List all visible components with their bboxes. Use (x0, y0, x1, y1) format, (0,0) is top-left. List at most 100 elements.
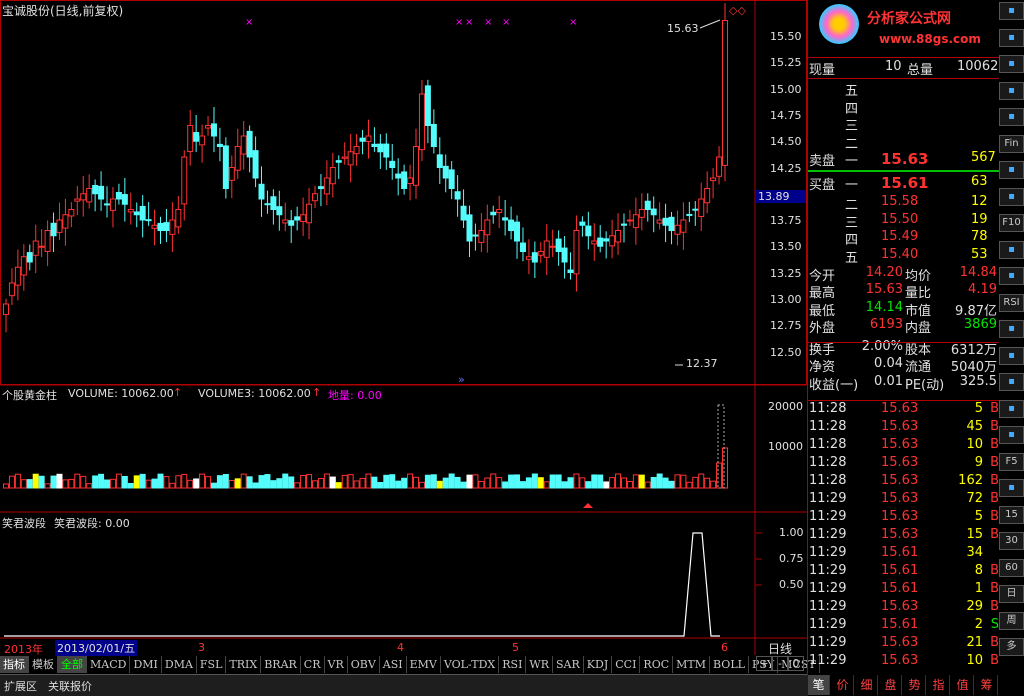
quote-tab-7[interactable]: 筹 (976, 675, 998, 695)
candle-body (448, 169, 455, 189)
volume-bar (210, 482, 217, 489)
toolbar-button[interactable]: F5 (999, 452, 1024, 471)
toolbar-button[interactable]: ▪ (999, 399, 1024, 418)
volume-bar (668, 480, 675, 489)
quote-tab-2[interactable]: 细 (856, 675, 878, 695)
candle-body (496, 209, 503, 213)
signal-mark: × (569, 17, 577, 28)
tab-dmi[interactable]: DMI (130, 656, 162, 673)
stat-row: 最低 14.14 市值 9.87亿 (809, 299, 997, 319)
candle-body (246, 130, 253, 158)
toolbar-button[interactable]: ▪ (999, 28, 1024, 47)
tab-macd[interactable]: MACD (87, 656, 131, 673)
toolbar-button[interactable]: ▪ (999, 426, 1024, 444)
tab-roc[interactable]: ROC (640, 656, 674, 673)
volume-bar (626, 481, 633, 489)
tick-row: 11:29 15.63 5 B (809, 509, 999, 524)
volume-bar (282, 473, 289, 489)
candle-body (615, 230, 622, 243)
candle-body (38, 245, 45, 248)
stat-row: 收益(一) 0.01 PE(动) 325.5 (809, 373, 997, 393)
volume-bar (151, 478, 158, 489)
related-quote-tab[interactable]: 关联报价 (48, 678, 92, 694)
ask-level[interactable]: 四 (809, 98, 999, 117)
quote-tab-1[interactable]: 价 (832, 675, 854, 695)
volume-bar (216, 475, 223, 489)
kline-chart[interactable]: × × × × × × (0, 0, 808, 696)
toolbar-button[interactable]: 60 (999, 558, 1024, 577)
toolbar-button[interactable]: 日 (999, 585, 1024, 603)
quote-tab-4[interactable]: 势 (904, 675, 926, 695)
toolbar-button[interactable]: 30 (999, 532, 1024, 550)
zoom-in-button[interactable]: + (756, 656, 772, 671)
bid-level[interactable]: 五 15.40 53 (809, 247, 999, 266)
reset-button[interactable]: 0 (788, 656, 804, 671)
candle-body (187, 125, 194, 153)
toolbar-button[interactable]: ▪ (999, 187, 1024, 206)
toolbar-button[interactable]: ▪ (999, 81, 1024, 100)
candle-body (294, 216, 301, 221)
toolbar-button[interactable]: 周 (999, 611, 1024, 630)
tab-asi[interactable]: ASI (380, 656, 407, 673)
ask-level[interactable]: 二 (809, 133, 999, 152)
toolbar-button[interactable]: Fin (999, 134, 1024, 153)
zoom-out-button[interactable]: - (772, 656, 788, 671)
bid-level[interactable]: 二 15.58 12 (809, 194, 999, 213)
toolbar-button[interactable]: RSI (999, 293, 1024, 312)
quote-tab-6[interactable]: 值 (952, 675, 974, 695)
volume-bar (300, 474, 307, 489)
tab-trix[interactable]: TRIX (226, 656, 262, 673)
tab-指标[interactable]: 指标 (0, 656, 29, 673)
volume-bar (199, 473, 206, 489)
volume-bar (44, 483, 51, 489)
toolbar-button[interactable]: ▪ (999, 267, 1024, 285)
toolbar-button[interactable]: ▪ (999, 320, 1024, 338)
quote-tab-3[interactable]: 盘 (880, 675, 902, 695)
toolbar-button[interactable]: ▪ (999, 373, 1024, 391)
tab-rsi[interactable]: RSI (499, 656, 527, 673)
signal-mark: × (245, 17, 253, 28)
tab-cci[interactable]: CCI (612, 656, 641, 673)
diamond-icons[interactable]: ◇◇ (729, 4, 746, 17)
toolbar-button[interactable]: F10 (999, 214, 1024, 232)
bid-level[interactable]: 四 15.49 78 (809, 229, 999, 248)
tab-vol-tdx[interactable]: VOL-TDX (441, 656, 500, 673)
tab-obv[interactable]: OBV (348, 656, 380, 673)
volume-bar (496, 477, 503, 489)
tab-boll[interactable]: BOLL (710, 656, 749, 673)
tab-全部[interactable]: 全部 (58, 656, 87, 673)
tab-mtm[interactable]: MTM (673, 656, 711, 673)
tab-cr[interactable]: CR (301, 656, 325, 673)
tab-emv[interactable]: EMV (407, 656, 441, 673)
candle-body (258, 183, 265, 200)
toolbar-button[interactable]: ▪ (999, 2, 1024, 20)
toolbar-button[interactable]: ▪ (999, 108, 1024, 126)
tab-wr[interactable]: WR (526, 656, 554, 673)
candle-body (222, 145, 229, 189)
candle-body (609, 235, 616, 247)
tab-dma[interactable]: DMA (162, 656, 197, 673)
toolbar-button[interactable]: 15 (999, 505, 1024, 524)
tab-fsl[interactable]: FSL (197, 656, 227, 673)
toolbar-button[interactable]: ▪ (999, 55, 1024, 73)
toolbar-button[interactable]: ▪ (999, 240, 1024, 259)
tab-模板[interactable]: 模板 (29, 656, 58, 673)
ask-level[interactable]: 三 (809, 115, 999, 134)
toolbar-button[interactable]: ▪ (999, 161, 1024, 179)
price-tick: 12.75 (770, 319, 802, 333)
ext-area-tab[interactable]: 扩展区 (4, 678, 37, 694)
ask-level[interactable]: 卖盘一 15.63 567 (809, 150, 999, 169)
toolbar-button[interactable]: 多 (999, 638, 1024, 656)
bid-level[interactable]: 三 15.50 19 (809, 212, 999, 231)
toolbar-button[interactable]: ▪ (999, 346, 1024, 365)
tab-brar[interactable]: BRAR (261, 656, 301, 673)
bid-level[interactable]: 买盘一 15.61 63 (809, 174, 999, 193)
quote-tab-0[interactable]: 笔 (808, 675, 830, 695)
tab-vr[interactable]: VR (325, 656, 348, 673)
toolbar-button[interactable]: ▪ (999, 479, 1024, 497)
tab-sar[interactable]: SAR (553, 656, 584, 673)
quote-tab-5[interactable]: 指 (928, 675, 950, 695)
tab-kdj[interactable]: KDJ (584, 656, 613, 673)
ask-level[interactable]: 五 (809, 80, 999, 99)
period-label[interactable]: 日线 (768, 640, 792, 657)
